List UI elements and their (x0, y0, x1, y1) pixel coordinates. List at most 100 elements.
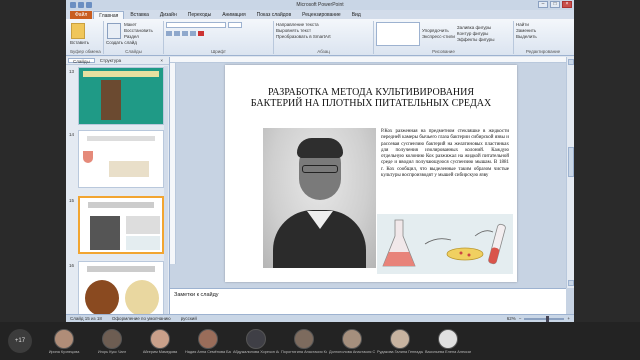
tab-home[interactable]: Главная (93, 11, 125, 19)
avatar (102, 328, 122, 349)
group-editing: Найти Заменить Выделить Редактирование (514, 21, 572, 54)
zoom-in-icon[interactable]: + (567, 316, 570, 321)
group-label: Шрифт (211, 49, 226, 54)
window-controls: – □ × (538, 1, 572, 8)
zoom-slider[interactable] (524, 315, 565, 322)
participant-tile[interactable]: Долгополова Анастасия Сергеевна (328, 328, 376, 354)
tab-review[interactable]: Рецензирование (297, 11, 346, 19)
participant-tile[interactable]: Айгерим Мамедова (136, 328, 184, 354)
font-size-box[interactable] (228, 22, 242, 28)
participant-tile[interactable]: Абдужалилова Хорезон Асатуллаевна (232, 328, 280, 354)
panel-scrollbar[interactable] (164, 66, 168, 314)
participant-tile[interactable]: Ирина Кузнецова (40, 328, 88, 354)
slide-thumbnail-15[interactable] (78, 196, 164, 254)
vertical-ruler (170, 63, 176, 264)
illustration-svg (382, 219, 506, 267)
scroll-up-icon[interactable] (568, 59, 574, 65)
slide-title-line: РАЗРАБОТКА МЕТОДА КУЛЬТИВИРОВАНИЯ (267, 87, 475, 98)
tab-design[interactable]: Дизайн (155, 11, 182, 19)
status-bar: Слайд 15 из 18 Оформление по умолчанию р… (66, 314, 574, 322)
thumbnail-flask (83, 151, 93, 163)
tab-outline-panel[interactable]: Структура (96, 58, 125, 63)
scroll-down-icon[interactable] (568, 280, 574, 286)
undo-icon[interactable] (78, 2, 84, 8)
koch-portrait-image[interactable] (263, 128, 376, 268)
slide-thumbnail-16[interactable] (78, 261, 164, 319)
slide-body-text[interactable]: Р.Кох разженная на предметном стекляшке … (381, 129, 509, 179)
avatar (390, 328, 410, 349)
slides-panel: Слайды Структура × 13 14 15 16 (66, 57, 170, 319)
new-slide-button[interactable] (107, 23, 121, 39)
tab-view[interactable]: Вид (347, 11, 366, 19)
participant-name: Рудакова Галина Геннадьевна (377, 349, 423, 354)
close-icon[interactable]: × (562, 1, 572, 8)
group-clipboard: Вставить Буфер обмена (68, 21, 104, 54)
participant-tile[interactable]: Порогтигина Анастасия Константиновна (280, 328, 328, 354)
quick-styles-button[interactable]: Экспресс-стили (422, 34, 455, 40)
maximize-icon[interactable]: □ (550, 1, 560, 8)
theme-name[interactable]: Оформление по умолчанию (112, 316, 171, 321)
scroll-thumb[interactable] (568, 147, 574, 177)
shapes-gallery[interactable] (376, 22, 420, 46)
title-bar: Microsoft PowerPoint – □ × (66, 0, 574, 10)
participant-name: Васильева Елена Александровна (425, 349, 471, 354)
avatar (246, 328, 266, 349)
tab-animations[interactable]: Анимация (217, 11, 250, 19)
save-icon[interactable] (70, 2, 76, 8)
close-panel-icon[interactable]: × (156, 58, 167, 63)
zoom-out-icon[interactable]: − (519, 316, 522, 321)
tab-file[interactable]: Файл (70, 11, 93, 19)
redo-icon[interactable] (86, 2, 92, 8)
strikethrough-icon[interactable] (190, 31, 196, 36)
avatar (198, 328, 218, 349)
culture-illustration[interactable] (377, 214, 513, 274)
select-button[interactable]: Выделить (516, 34, 570, 40)
tab-slides-panel[interactable]: Слайды (68, 58, 95, 64)
participant-tile[interactable]: Рудакова Галина Геннадьевна (376, 328, 424, 354)
group-label: Абзац (317, 49, 330, 54)
slide-thumbnail-13[interactable] (78, 67, 164, 125)
portrait-glasses (302, 165, 338, 173)
minimize-icon[interactable]: – (538, 1, 548, 8)
language-indicator[interactable]: русский (181, 316, 197, 321)
zoom-level[interactable]: 62% (507, 316, 516, 321)
font-color-icon[interactable] (198, 31, 204, 36)
new-slide-label: Создать слайд (106, 40, 137, 45)
paste-button[interactable] (71, 23, 85, 39)
font-name-box[interactable] (166, 22, 226, 28)
shape-effects-button[interactable]: Эффекты фигуры (457, 37, 495, 43)
participant-name: Абдужалилова Хорезон Асатуллаевна (233, 349, 279, 354)
slide-title-line: БАКТЕРИЙ НА ПЛОТНЫХ ПИТАТЕЛЬНЫХ СРЕДАХ (250, 98, 492, 109)
avatar (342, 328, 362, 349)
group-slides: Макет Восстановить Раздел Создать слайд … (104, 21, 164, 54)
tab-insert[interactable]: Вставка (125, 11, 154, 19)
participant-tile[interactable]: Васильева Елена Александровна (424, 328, 472, 354)
horizontal-ruler (170, 57, 566, 63)
participant-tile[interactable]: Игорь Кукс Чанг (88, 328, 136, 354)
thumbnail-photo (125, 280, 159, 316)
thumbnail-title (87, 266, 155, 272)
smartart-button[interactable]: Преобразовать в SmartArt (276, 34, 371, 40)
arrow-line (474, 230, 494, 237)
current-slide[interactable]: РАЗРАБОТКА МЕТОДА КУЛЬТИВИРОВАНИЯ БАКТЕР… (225, 65, 517, 282)
tab-slideshow[interactable]: Показ слайдов (252, 11, 296, 19)
tab-transitions[interactable]: Переходы (183, 11, 216, 19)
slide-title[interactable]: РАЗРАБОТКА МЕТОДА КУЛЬТИВИРОВАНИЯ БАКТЕР… (235, 87, 507, 109)
participant-name: Порогтигина Анастасия Константиновна (281, 349, 327, 354)
underline-icon[interactable] (182, 31, 188, 36)
notes-pane[interactable]: Заметки к слайду (170, 288, 566, 314)
petri-dish (446, 247, 484, 261)
thumbnail-photo (101, 80, 121, 120)
colony-dot (459, 251, 463, 255)
ribbon: Вставить Буфер обмена Макет Восстановить… (66, 19, 574, 56)
participant-count-badge[interactable]: +17 (8, 329, 32, 353)
meeting-participants-bar: +17 Ирина Кузнецова Игорь Кукс Чанг Айге… (0, 322, 640, 360)
slide-thumbnail-14[interactable] (78, 130, 164, 188)
zoom-slider-thumb[interactable] (546, 315, 550, 322)
powerpoint-window: Microsoft PowerPoint – □ × Файл Главная … (66, 0, 574, 322)
participant-tile[interactable]: Надия Анна Семёнова Баженова (184, 328, 232, 354)
italic-icon[interactable] (174, 31, 180, 36)
group-label: Редактирование (525, 49, 561, 54)
slide-scrollbar[interactable] (566, 57, 574, 288)
bold-icon[interactable] (166, 31, 172, 36)
